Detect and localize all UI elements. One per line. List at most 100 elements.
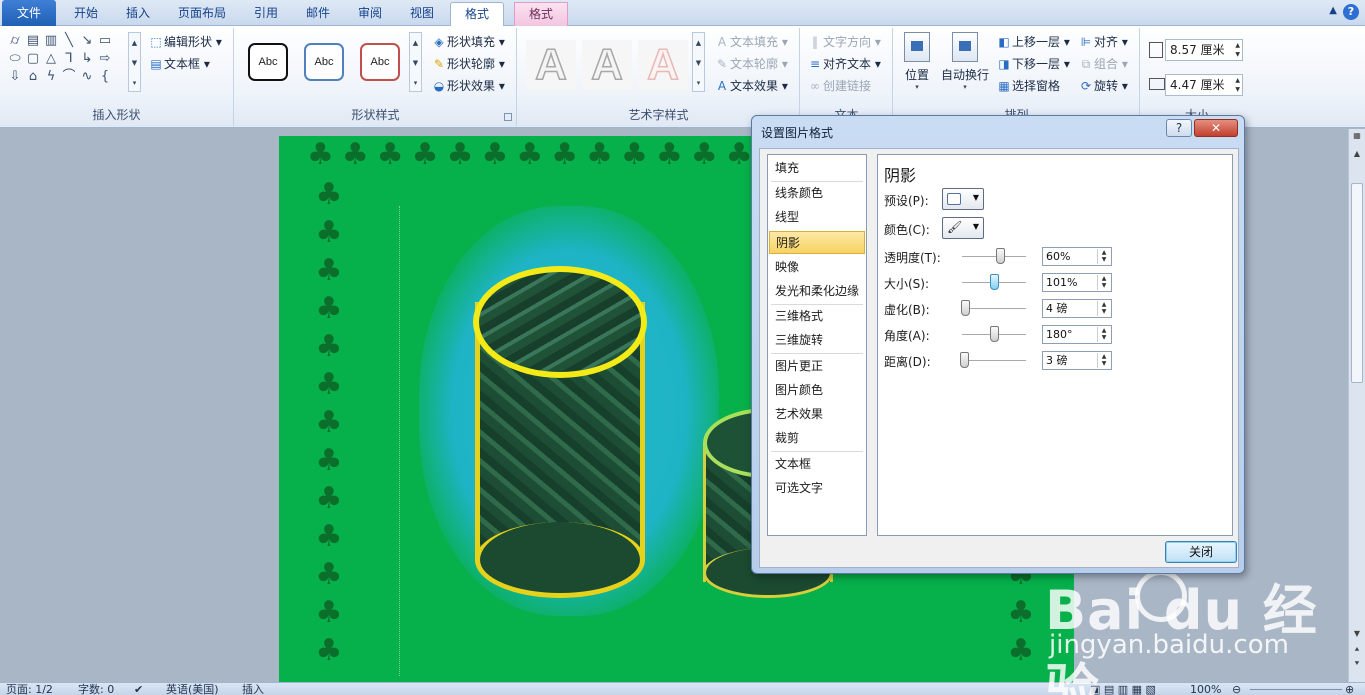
tab-view[interactable]: 视图 (396, 2, 448, 26)
insert-mode[interactable]: 插入 (242, 683, 264, 695)
scrollbar-thumb[interactable] (1351, 183, 1363, 383)
transparency-slider[interactable] (962, 248, 1026, 264)
textbox-shape-icon[interactable]: ▤ (24, 32, 42, 50)
size-input[interactable]: 101% ▲ ▼ (1042, 273, 1112, 292)
color-dropdown[interactable]: 🖌 ▼ (942, 217, 984, 239)
position-button[interactable]: 位置 ▾ (898, 32, 936, 91)
shape-effects-button[interactable]: ◒ 形状效果 ▾ (431, 76, 505, 96)
text-outline-button[interactable]: ✎ 文本轮廓 ▾ (714, 54, 788, 74)
help-icon[interactable]: ? (1343, 4, 1359, 20)
spinner-arrows-icon[interactable]: ▲ ▼ (1097, 249, 1110, 264)
create-link-button[interactable]: ∞ 创建链接 (807, 76, 871, 96)
nav-artistic-effects[interactable]: 艺术效果 (769, 403, 865, 426)
vertical-scrollbar[interactable]: ▦ ▲ ▼ ⯅ ⯆ (1348, 129, 1365, 682)
slider-thumb[interactable] (990, 326, 999, 342)
wordart-sample-3[interactable]: A (638, 39, 688, 90)
size-slider[interactable] (962, 274, 1026, 290)
tab-mailings[interactable]: 邮件 (292, 2, 344, 26)
language[interactable]: 英语(美国) (166, 683, 219, 695)
angle-input[interactable]: 180° ▲ ▼ (1042, 325, 1112, 344)
proofing-icon[interactable]: ✔ (134, 683, 143, 695)
nav-reflection[interactable]: 映像 (769, 256, 865, 279)
down-arrow-shape-icon[interactable]: ⇩ (6, 68, 24, 86)
rounded-rect-shape-icon[interactable]: ▢ (24, 50, 42, 68)
word-count[interactable]: 字数: 0 (78, 683, 114, 695)
zoom-in-icon[interactable]: ⊕ (1345, 683, 1354, 695)
text-box-button[interactable]: ▤ 文本框 ▾ (148, 54, 210, 74)
close-button[interactable]: 关闭 (1165, 541, 1237, 563)
tab-format-drawing[interactable]: 格式 (450, 2, 505, 26)
height-input[interactable]: 8.57 厘米 ▲ ▼ (1165, 39, 1243, 61)
brace-shape-icon[interactable]: { (96, 68, 114, 86)
flowchart-shape-icon[interactable]: ⌂ (24, 68, 42, 86)
slider-thumb[interactable] (961, 300, 970, 316)
elbow-arrow-shape-icon[interactable]: ↳ (78, 50, 96, 68)
tab-home[interactable]: 开始 (60, 2, 112, 26)
distance-slider[interactable] (960, 352, 1026, 368)
group-button[interactable]: ⧉ 组合 ▾ (1078, 54, 1128, 74)
text-direction-button[interactable]: ‖ 文字方向 ▾ (807, 32, 881, 52)
shape-gallery-scroll[interactable]: ▲ ▼ ▾ (128, 32, 141, 92)
nav-line-style[interactable]: 线型 (769, 206, 865, 229)
ruler-toggle-icon[interactable]: ▦ (1349, 131, 1365, 140)
rotate-button[interactable]: ⟳ 旋转 ▾ (1078, 76, 1128, 96)
spinner-arrows-icon[interactable]: ▲ ▼ (1097, 327, 1110, 342)
blur-input[interactable]: 4 磅 ▲ ▼ (1042, 299, 1112, 318)
shape-style-sample-red[interactable]: Abc (360, 43, 400, 81)
curve-shape-icon[interactable]: ∿ (78, 68, 96, 86)
tab-references[interactable]: 引用 (240, 2, 292, 26)
nav-crop[interactable]: 裁剪 (769, 427, 865, 450)
arrow-line-shape-icon[interactable]: ↘ (78, 32, 96, 50)
shape-outline-button[interactable]: ✎ 形状轮廓 ▾ (431, 54, 505, 74)
scroll-up-icon[interactable]: ▲ (1349, 149, 1365, 158)
cylinder-shape-selected[interactable] (473, 266, 647, 598)
scroll-down-icon[interactable]: ▼ (1349, 629, 1365, 638)
shape-style-sample-blue[interactable]: Abc (304, 43, 344, 81)
width-input[interactable]: 4.47 厘米 ▲ ▼ (1165, 74, 1243, 96)
tab-review[interactable]: 审阅 (344, 2, 396, 26)
minimize-ribbon-icon[interactable]: ▲ (1329, 5, 1337, 16)
nav-3d-format[interactable]: 三维格式 (769, 305, 865, 328)
curved-connector-shape-icon[interactable]: ⌒ (60, 68, 78, 86)
dialog-close-icon[interactable]: ✕ (1194, 119, 1238, 137)
text-effects-button[interactable]: A 文本效果 ▾ (714, 76, 788, 96)
elbow-connector-shape-icon[interactable]: ⅂ (60, 50, 78, 68)
right-arrow-shape-icon[interactable]: ⇨ (96, 50, 114, 68)
nav-3d-rotation[interactable]: 三维旋转 (769, 329, 865, 352)
dialog-launcher-icon[interactable] (504, 113, 512, 121)
wrap-text-button[interactable]: 自动换行 ▾ (938, 32, 992, 91)
shape-gallery[interactable]: ⌭ ▤ ▥ ╲ ↘ ▭ ⬭ ▢ △ ⅂ ↳ ⇨ ⇩ ⌂ ϟ ⌒ ∿{ (6, 32, 134, 86)
slider-thumb[interactable] (996, 248, 1005, 264)
tab-file[interactable]: 文件 (2, 0, 56, 26)
dialog-help-button[interactable]: ? (1166, 119, 1192, 137)
selection-pane-button[interactable]: ▦ 选择窗格 (996, 76, 1060, 96)
wordart-sample-1[interactable]: A (526, 39, 576, 90)
distance-input[interactable]: 3 磅 ▲ ▼ (1042, 351, 1112, 370)
shape-fill-button[interactable]: ◈ 形状填充 ▾ (431, 32, 504, 52)
transparency-input[interactable]: 60% ▲ ▼ (1042, 247, 1112, 266)
edit-shape-button[interactable]: ⬚ 编辑形状 ▾ (148, 32, 222, 52)
nav-picture-color[interactable]: 图片颜色 (769, 379, 865, 402)
tab-insert[interactable]: 插入 (112, 2, 164, 26)
previous-page-icon[interactable]: ⯅ (1349, 645, 1365, 655)
nav-shadow[interactable]: 阴影 (769, 231, 865, 254)
align-button[interactable]: ⊫ 对齐 ▾ (1078, 32, 1128, 52)
slider-thumb[interactable] (990, 274, 999, 290)
preset-dropdown[interactable]: ▼ (942, 188, 984, 210)
nav-text-box[interactable]: 文本框 (769, 453, 865, 476)
nav-glow-soft-edges[interactable]: 发光和柔化边缘 (769, 280, 865, 303)
triangle-shape-icon[interactable]: △ (42, 50, 60, 68)
spinner-arrows-icon[interactable]: ▲ ▼ (1097, 353, 1110, 368)
spinner-arrows-icon[interactable]: ▲ ▼ (1097, 301, 1110, 316)
shape-styles-scroll[interactable]: ▲ ▼ ▾ (409, 32, 422, 92)
tab-format-picture[interactable]: 格式 (514, 2, 569, 26)
next-page-icon[interactable]: ⯆ (1349, 659, 1365, 669)
bring-forward-button[interactable]: ◧ 上移一层 ▾ (996, 32, 1070, 52)
cylinder-shape-icon[interactable]: ⌭ (6, 32, 24, 50)
blur-slider[interactable] (961, 300, 1026, 316)
rectangle-shape-icon[interactable]: ▭ (96, 32, 114, 50)
page-count[interactable]: 页面: 1/2 (6, 683, 53, 695)
nav-line-color[interactable]: 线条颜色 (769, 182, 865, 205)
tab-page-layout[interactable]: 页面布局 (164, 2, 240, 26)
angle-slider[interactable] (962, 326, 1026, 342)
